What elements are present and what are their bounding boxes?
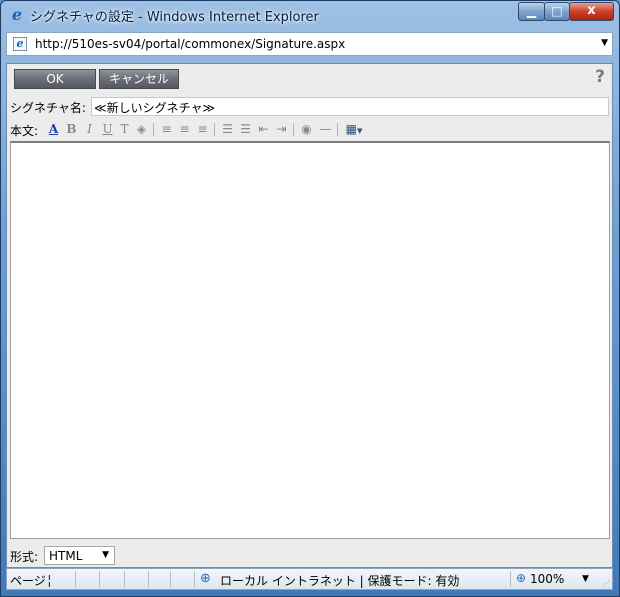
security-zone-text[interactable]: ローカル イントラネット | 保護モード: 有効 (220, 572, 459, 589)
status-separator (124, 571, 125, 587)
zoom-dropdown-icon[interactable]: ▼ (582, 574, 589, 584)
cancel-button[interactable]: キャンセル (99, 69, 179, 89)
align-left-icon[interactable]: ≡ (159, 122, 174, 137)
format-label: 形式: (10, 550, 39, 564)
address-dropdown-icon[interactable]: ▼ (601, 38, 608, 48)
intranet-zone-icon: ⊕ (200, 571, 211, 586)
minimize-button[interactable]: ▁ (518, 2, 545, 21)
indent-icon[interactable]: ⇥ (274, 122, 289, 137)
format-dropdown-icon: ▼ (102, 550, 109, 560)
address-bar[interactable]: e http://510es-sv04/portal/commonex/Sign… (6, 32, 613, 56)
align-center-icon[interactable]: ≡ (177, 122, 192, 137)
close-button[interactable]: x (569, 2, 614, 21)
toolbar-separator (293, 123, 294, 136)
signature-name-row: シグネチャ名: ≪新しいシグネチャ≫ (7, 97, 612, 117)
browser-window: e シグネチャの設定 - Windows Internet Explorer ▁… (0, 0, 620, 597)
status-bar: ページ╎ ⊕ ローカル イントラネット | 保護モード: 有効 ⊕ 100% ▼… (6, 568, 613, 590)
underline-icon[interactable]: U (100, 122, 115, 137)
editor-toolbar: 本文: A B I U T ◈ ≡ ≡ ≡ ☰ ☰ ⇤ ⇥ ◉ — ▦▼ (7, 120, 612, 140)
zoom-level[interactable]: 100% (530, 572, 564, 586)
toolbar-separator (214, 123, 215, 136)
font-size-icon[interactable]: T (117, 122, 132, 137)
horizontal-rule-icon[interactable]: — (318, 122, 333, 137)
address-url[interactable]: http://510es-sv04/portal/commonex/Signat… (35, 37, 345, 51)
status-text: ページ╎ (10, 574, 53, 588)
table-icon[interactable]: ▦▼ (343, 122, 365, 137)
toolbar-separator (337, 123, 338, 136)
status-separator (170, 571, 171, 587)
page-icon: e (13, 37, 27, 51)
status-separator (148, 571, 149, 587)
status-separator (194, 571, 195, 587)
format-select[interactable]: HTML ▼ (44, 546, 115, 565)
help-icon[interactable]: ? (595, 67, 605, 87)
title-bar[interactable]: e シグネチャの設定 - Windows Internet Explorer ▁… (1, 1, 619, 29)
ordered-list-icon[interactable]: ☰ (220, 122, 235, 137)
table-dropdown-icon: ▼ (356, 127, 363, 135)
signature-name-input[interactable]: ≪新しいシグネチャ≫ (91, 97, 609, 116)
status-separator (75, 571, 76, 587)
page-content: OK キャンセル ? シグネチャ名: ≪新しいシグネチャ≫ 本文: A B I … (6, 63, 613, 568)
font-color-icon[interactable]: A (46, 122, 61, 137)
zoom-icon[interactable]: ⊕ (516, 571, 526, 585)
background-color-icon[interactable]: ◈ (134, 122, 149, 137)
bold-icon[interactable]: B (64, 122, 79, 137)
unordered-list-icon[interactable]: ☰ (238, 122, 253, 137)
status-separator (99, 571, 100, 587)
ie-logo-icon: e (11, 5, 23, 24)
body-label: 本文: (10, 124, 39, 138)
resize-grip-icon[interactable]: ⋰ (602, 579, 610, 588)
italic-icon[interactable]: I (82, 122, 97, 137)
align-right-icon[interactable]: ≡ (195, 122, 210, 137)
format-row: 形式: HTML ▼ (7, 546, 612, 566)
window-title: シグネチャの設定 - Windows Internet Explorer (30, 10, 319, 25)
toolbar-separator (153, 123, 154, 136)
format-value: HTML (49, 549, 83, 563)
status-separator (510, 571, 511, 587)
table-glyph: ▦ (345, 122, 357, 136)
link-icon[interactable]: ◉ (299, 122, 314, 137)
body-editor[interactable] (10, 141, 610, 539)
outdent-icon[interactable]: ⇤ (256, 122, 271, 137)
maximize-button[interactable]: □ (544, 2, 570, 21)
ok-button[interactable]: OK (14, 69, 96, 89)
signature-name-label: シグネチャ名: (10, 101, 86, 115)
